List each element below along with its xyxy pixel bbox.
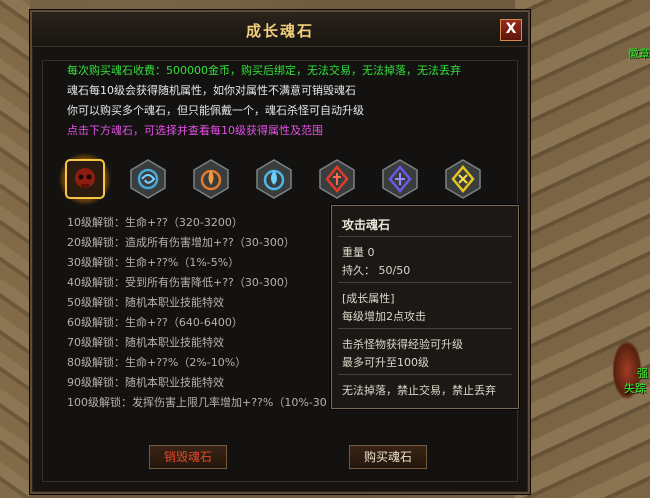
background-terrain-left (0, 0, 30, 498)
dialog-title: 成长魂石 (245, 22, 314, 40)
tooltip-attr-header: [成长属性] (342, 292, 395, 305)
soul-stone-swirl[interactable] (127, 158, 169, 200)
dialog-content: 每次购买魂石收费：500000金币，购买后绑定，无法交易，无法掉落，无法丢弃 魂… (42, 60, 519, 482)
soul-stone-flame[interactable] (190, 158, 232, 200)
item-tooltip: 攻击魂石 重量 0 持久： 50/50 [成长属性] 每级增加2点攻击 击杀怪物… (331, 205, 519, 409)
unlock-line-10: 10级解锁：生命+??（320-3200） (67, 216, 243, 229)
info-hint-line: 点击下方魂石，可选择并查看每10级获得属性及范围 (67, 124, 323, 137)
destroy-stone-button[interactable]: 销毁魂石 (149, 445, 227, 469)
unlock-line-100: 100级解锁：发挥伤害上限几率增加+??%（10%-30 (67, 396, 327, 409)
soul-stone-rune-red[interactable] (316, 158, 358, 200)
soul-stone-rune-purple[interactable] (379, 158, 421, 200)
info-wear-line: 你可以购买多个魂石，但只能佩戴一个，魂石杀怪可自动升级 (67, 104, 364, 117)
close-icon: X (505, 21, 517, 37)
background-terrain-right (515, 0, 650, 498)
skull-icon (65, 159, 105, 199)
unlock-line-70: 70级解锁：随机本职业技能特效 (67, 336, 224, 349)
soul-stone-attack[interactable] (59, 153, 111, 205)
unlock-line-50: 50级解锁：随机本职业技能特效 (67, 296, 224, 309)
unlock-line-80: 80级解锁：生命+??%（2%-10%） (67, 356, 247, 369)
npc-name-mid[interactable]: 强 (637, 365, 648, 381)
buy-stone-button[interactable]: 购买魂石 (349, 445, 427, 469)
tooltip-divider (338, 374, 512, 375)
soul-stone-row (59, 153, 524, 206)
tooltip-growth-2: 最多可升至100级 (342, 356, 429, 369)
rune-icon (445, 159, 481, 199)
flame-icon (193, 159, 229, 199)
npc-name-top[interactable]: 徽章 (628, 45, 650, 61)
tooltip-growth-1: 击杀怪物获得经验可升级 (342, 338, 463, 351)
tooltip-divider (338, 236, 512, 237)
swirl-icon (130, 159, 166, 199)
npc-name-lower[interactable]: 失踪 (624, 380, 646, 396)
soul-stone-dialog: 成长魂石 X 每次购买魂石收费：500000金币，购买后绑定，无法交易，无法掉落… (30, 10, 530, 494)
rune-icon (319, 159, 355, 199)
info-price-line: 每次购买魂石收费：500000金币，购买后绑定，无法交易，无法掉落，无法丢弃 (67, 64, 461, 77)
unlock-list: 10级解锁：生命+??（320-3200） 20级解锁：造成所有伤害增加+??（… (67, 213, 327, 413)
tooltip-divider (338, 328, 512, 329)
unlock-line-40: 40级解锁：受到所有伤害降低+??（30-300） (67, 276, 295, 289)
tooltip-durability: 持久： 50/50 (342, 264, 411, 277)
unlock-line-30: 30级解锁：生命+??%（1%-5%） (67, 256, 240, 269)
tooltip-divider (338, 282, 512, 283)
drop-icon (256, 159, 292, 199)
unlock-line-60: 60级解锁：生命+??（640-6400） (67, 316, 243, 329)
unlock-line-90: 90级解锁：随机本职业技能特效 (67, 376, 224, 389)
tooltip-attr-value: 每级增加2点攻击 (342, 310, 426, 323)
info-attribute-line: 魂石每10级会获得随机属性，如你对属性不满意可销毁魂石 (67, 84, 356, 97)
tooltip-item-name: 攻击魂石 (342, 218, 391, 232)
soul-stone-drop[interactable] (253, 158, 295, 200)
tooltip-weight: 重量 0 (342, 246, 375, 259)
info-text-block: 每次购买魂石收费：500000金币，购买后绑定，无法交易，无法掉落，无法丢弃 魂… (67, 61, 461, 141)
close-button[interactable]: X (500, 19, 522, 41)
rune-icon (382, 159, 418, 199)
dialog-title-bar[interactable]: 成长魂石 X (32, 12, 528, 47)
tooltip-restriction: 无法掉落，禁止交易，禁止丢弃 (342, 384, 496, 397)
soul-stone-rune-yellow[interactable] (442, 158, 484, 200)
unlock-line-20: 20级解锁：造成所有伤害增加+??（30-300） (67, 236, 295, 249)
